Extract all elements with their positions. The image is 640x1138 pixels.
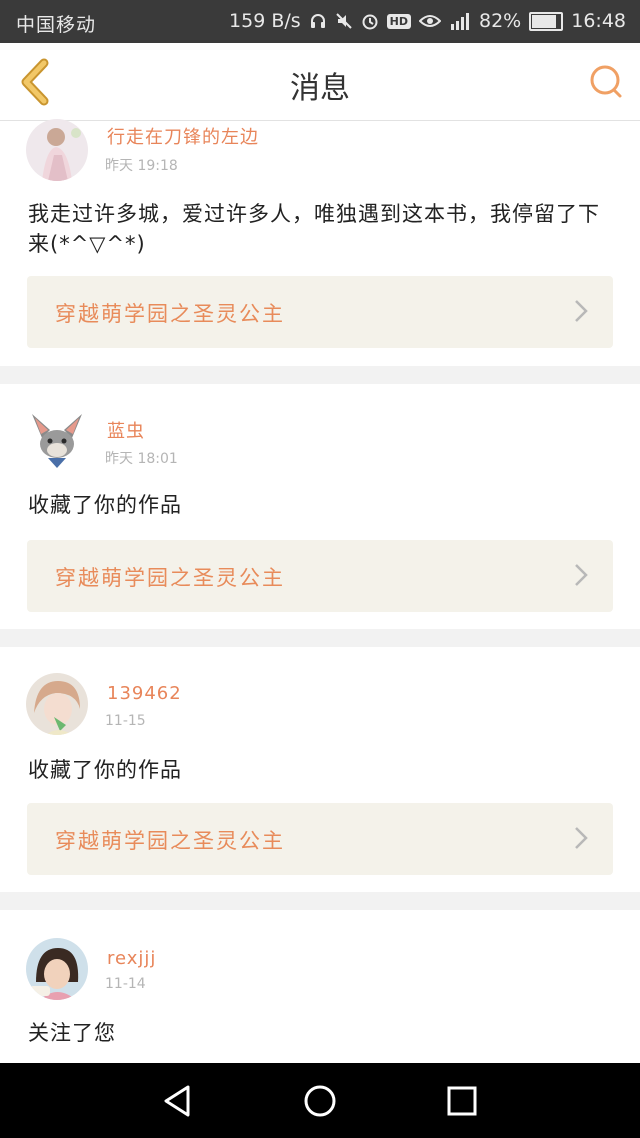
app-header: 消息: [0, 43, 640, 121]
nav-back-icon[interactable]: [160, 1083, 196, 1119]
system-nav-bar: [0, 1063, 640, 1138]
carrier-label: 中国移动: [16, 14, 97, 36]
nav-recent-icon[interactable]: [444, 1083, 480, 1119]
book-title: 穿越萌学园之圣灵公主: [55, 566, 285, 590]
username[interactable]: rexjjj: [107, 948, 156, 969]
message-text: 我走过许多城，爱过许多人，唯独遇到这本书，我停留了下来(*^▽^*): [28, 202, 600, 256]
chevron-right-icon: [575, 827, 588, 849]
timestamp: 11-15: [105, 713, 146, 729]
timestamp: 昨天 19:18: [105, 158, 178, 174]
headset-icon: [309, 12, 327, 30]
message-card: 蓝虫 昨天 18:01 收藏了你的作品 穿越萌学园之圣灵公主: [0, 384, 640, 629]
battery-icon: [529, 11, 564, 31]
avatar[interactable]: [26, 408, 88, 470]
eye-icon: [419, 13, 441, 29]
network-speed: 159 B/s: [229, 10, 301, 32]
search-icon: [590, 65, 622, 98]
book-title: 穿越萌学园之圣灵公主: [55, 302, 285, 326]
signal-icon: [449, 12, 471, 30]
timestamp: 11-14: [105, 976, 146, 992]
clock: 16:48: [571, 10, 626, 32]
avatar[interactable]: [26, 938, 88, 1000]
message-text: 收藏了你的作品: [28, 758, 182, 782]
book-link[interactable]: 穿越萌学园之圣灵公主: [27, 540, 613, 612]
message-card: 139462 11-15 收藏了你的作品 穿越萌学园之圣灵公主: [0, 647, 640, 892]
avatar[interactable]: [26, 119, 88, 181]
message-text: 关注了您: [28, 1021, 116, 1045]
timestamp: 昨天 18:01: [105, 451, 178, 467]
search-button[interactable]: [588, 63, 624, 99]
message-card: rexjjj 11-14 关注了您: [0, 910, 640, 1063]
avatar[interactable]: [26, 673, 88, 735]
book-title: 穿越萌学园之圣灵公主: [55, 829, 285, 853]
book-link[interactable]: 穿越萌学园之圣灵公主: [27, 803, 613, 875]
page-title: 消息: [290, 71, 350, 106]
username[interactable]: 139462: [107, 683, 182, 704]
chevron-right-icon: [575, 564, 588, 586]
alarm-icon: [361, 12, 379, 30]
book-link[interactable]: 穿越萌学园之圣灵公主: [27, 276, 613, 348]
battery-percent: 82%: [479, 10, 522, 32]
chevron-right-icon: [575, 300, 588, 322]
nav-home-icon[interactable]: [302, 1083, 338, 1119]
status-bar: 中国移动 159 B/s HD 82% 16:48: [0, 0, 640, 43]
mute-icon: [335, 12, 353, 30]
message-text: 收藏了你的作品: [28, 493, 182, 517]
message-card: 行走在刀锋的左边 昨天 19:18 我走过许多城，爱过许多人，唯独遇到这本书，我…: [0, 119, 640, 366]
username[interactable]: 蓝虫: [107, 417, 145, 443]
username[interactable]: 行走在刀锋的左边: [107, 123, 259, 149]
hd-icon: HD: [386, 13, 411, 29]
